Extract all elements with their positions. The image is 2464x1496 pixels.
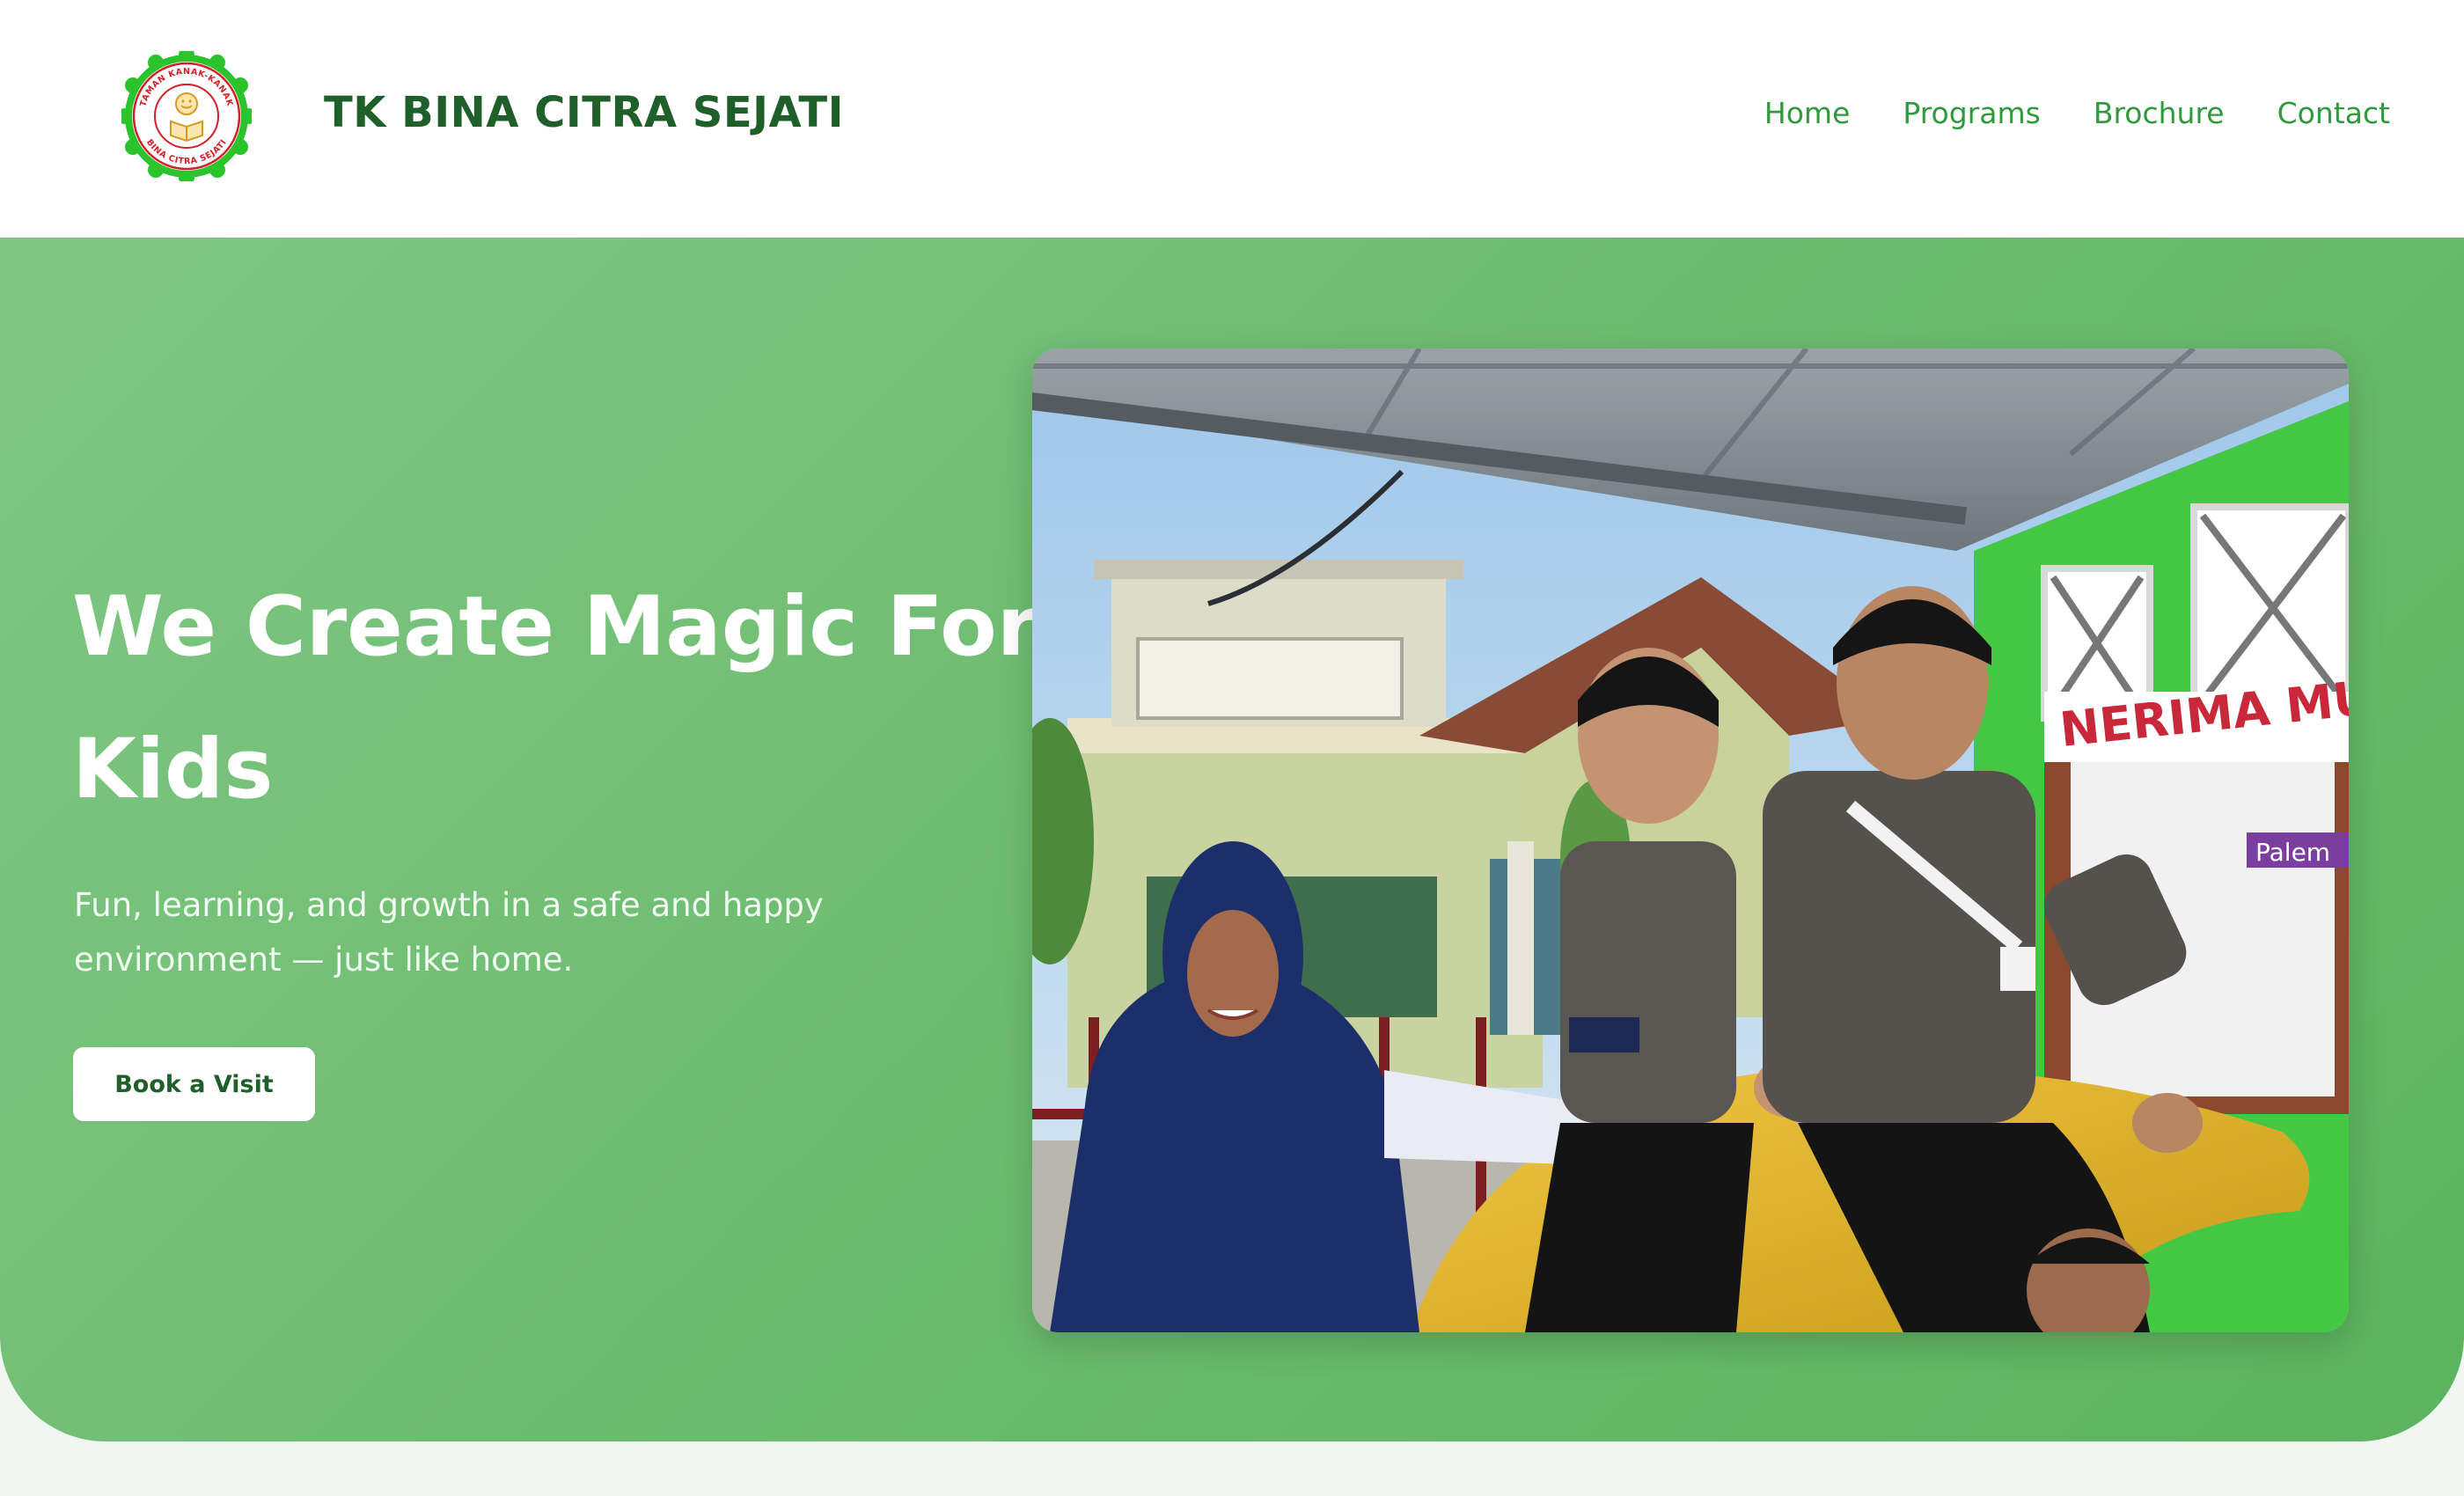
hero-subtitle: Fun, learning, and growth in a safe and … xyxy=(74,886,824,979)
nav-home-link[interactable]: Home xyxy=(1764,99,1850,128)
svg-text:Palem: Palem xyxy=(2255,838,2330,867)
hero-title: We Create Magic For Kids xyxy=(72,579,1038,818)
book-visit-button[interactable]: Book a Visit xyxy=(73,1047,315,1121)
hero-photo: NERIMA MURID Palem xyxy=(1032,348,2349,1332)
school-logo-icon[interactable]: TAMAN KANAK-KANAK BINA CITRA SEJATI xyxy=(117,47,256,186)
nav-programs-link[interactable]: Programs xyxy=(1903,99,2040,128)
main-nav: Home Programs Brochure Contact xyxy=(1764,99,2390,128)
nav-brochure-link[interactable]: Brochure xyxy=(2094,99,2225,128)
site-header: TAMAN KANAK-KANAK BINA CITRA SEJATI TK B… xyxy=(0,0,2464,238)
nav-contact-link[interactable]: Contact xyxy=(2277,99,2390,128)
hero-section: We Create Magic For Kids Fun, learning, … xyxy=(0,238,2464,1441)
page: TAMAN KANAK-KANAK BINA CITRA SEJATI TK B… xyxy=(0,0,2464,1496)
brand-name[interactable]: TK BINA CITRA SEJATI xyxy=(324,92,844,134)
